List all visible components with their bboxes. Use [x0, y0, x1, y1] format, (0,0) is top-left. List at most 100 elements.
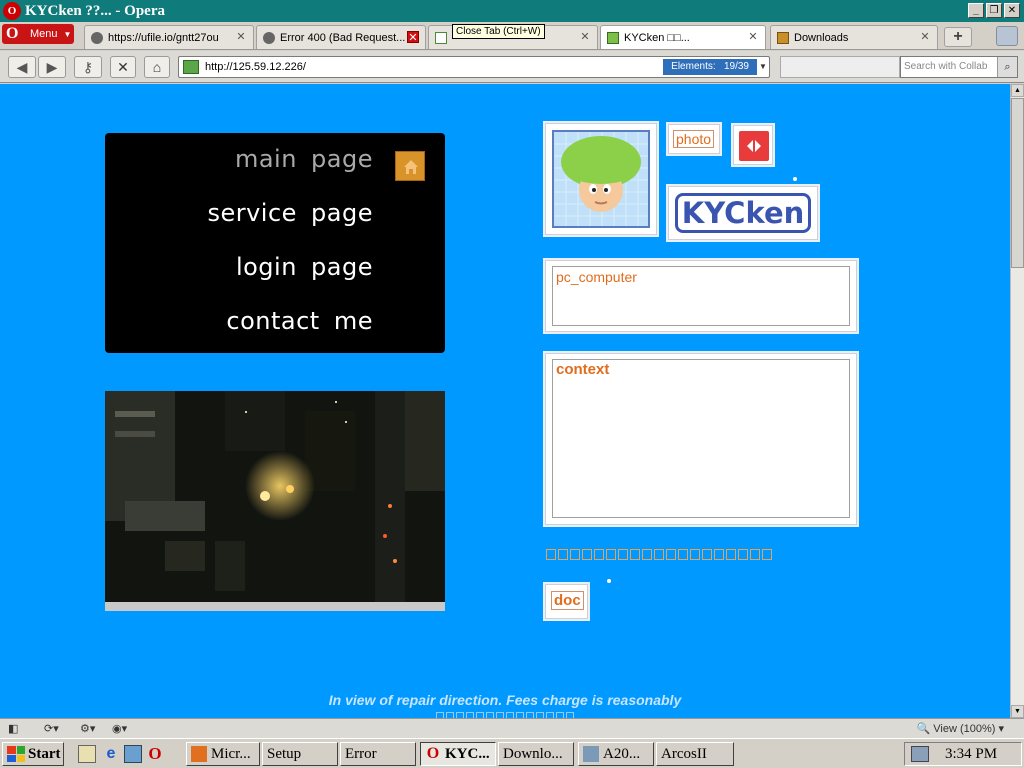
sync-icon[interactable]: ⟳▾ — [44, 722, 59, 736]
key-icon[interactable]: ⚷ — [74, 56, 102, 78]
nav-login-page[interactable]: login page — [236, 253, 373, 281]
start-button[interactable]: Start — [2, 742, 64, 766]
notepad-icon[interactable] — [78, 745, 96, 763]
garbled-text-row — [546, 549, 772, 561]
restore-icon[interactable]: ❐ — [986, 3, 1002, 18]
tab-label: https://ufile.io/gntt27ou — [108, 31, 219, 44]
search-icon[interactable]: ⌕ — [997, 57, 1017, 77]
tab-close-icon[interactable]: ✕ — [407, 31, 419, 44]
avatar-card — [545, 123, 657, 235]
night-city-photo — [105, 391, 445, 611]
taskbar-label: Error — [345, 745, 377, 762]
tab-downloads[interactable]: Downloads ✕ — [770, 25, 938, 49]
tab-close-icon[interactable]: ✕ — [579, 31, 591, 43]
tab-error-400[interactable]: Error 400 (Bad Request... ✕ — [256, 25, 426, 49]
pc-computer-field[interactable]: pc_computer — [552, 266, 850, 326]
status-bar: ◧ ⟳▾ ⚙▾ ◉▾ 🔍 View (100%) ▾ — [0, 718, 1024, 738]
window-titlebar: O KYCken ??... - Opera _ ❐ ✕ — [0, 0, 1024, 22]
share-icon — [739, 131, 769, 161]
taskbar-button-micr[interactable]: Micr... — [186, 742, 260, 766]
tab-close-icon[interactable]: ✕ — [747, 31, 759, 43]
close-tab-tooltip: Close Tab (Ctrl+W) — [452, 24, 545, 39]
nav-service-page[interactable]: service page — [207, 199, 373, 227]
search-input[interactable]: Search with Collab ⌕ — [900, 56, 1018, 78]
taskbar-button-error[interactable]: Error — [340, 742, 416, 766]
taskbar-button-setup[interactable]: Setup — [262, 742, 338, 766]
trash-icon[interactable] — [996, 26, 1018, 46]
avatar — [552, 130, 650, 228]
site-favicon-icon — [607, 31, 619, 44]
chevron-down-icon: ▼ — [63, 29, 72, 39]
elements-label: Elements: — [671, 61, 716, 72]
tab-close-icon[interactable]: ✕ — [919, 31, 931, 43]
stop-icon[interactable]: ✕ — [110, 56, 136, 78]
tab-ufile[interactable]: https://ufile.io/gntt27ou ✕ — [84, 25, 254, 49]
unite-icon[interactable]: ⚙▾ — [80, 722, 95, 736]
vertical-scrollbar[interactable]: ▲ ▼ — [1010, 84, 1024, 718]
opera-menu-button[interactable]: O Menu ▼ — [2, 24, 74, 44]
clock[interactable]: 3:34 PM — [945, 746, 997, 763]
minimize-icon[interactable]: _ — [968, 3, 984, 18]
tray-network-icon[interactable] — [911, 746, 929, 762]
context-card: context — [545, 353, 857, 525]
network-icon — [583, 746, 599, 762]
footer-text: In view of repair direction. Fees charge… — [328, 692, 682, 708]
taskbar-label: Setup — [267, 745, 302, 762]
address-toolbar: ◀ ▶ ⚷ ✕ ⌂ http://125.59.12.226/ Elements… — [0, 51, 1024, 83]
chevron-down-icon[interactable]: ▼ — [757, 57, 769, 77]
taskbar-button-arcosii[interactable]: ArcosII — [656, 742, 734, 766]
search-placeholder: Search with Collab — [904, 61, 988, 72]
scroll-up-icon[interactable]: ▲ — [1011, 84, 1024, 97]
download-icon — [777, 31, 789, 44]
nav-main-page[interactable]: main page — [235, 145, 373, 173]
menu-label: Menu — [30, 28, 58, 40]
forward-arrow-icon[interactable]: ▶ — [38, 56, 66, 78]
opera-icon[interactable]: O — [146, 745, 164, 763]
windows-flag-icon — [7, 746, 25, 762]
elements-counter[interactable]: Elements: 19/39 — [663, 59, 757, 75]
back-arrow-icon[interactable]: ◀ — [8, 56, 36, 78]
zoom-icon: 🔍 — [916, 723, 931, 735]
zoom-label: View (100%) — [933, 723, 996, 735]
panel-toggle-icon[interactable]: ◧ — [8, 722, 18, 736]
zoom-control[interactable]: 🔍 View (100%) ▾ — [916, 722, 1004, 736]
url-text: http://125.59.12.226/ — [205, 61, 306, 73]
context-field[interactable]: context — [552, 359, 850, 518]
decorative-dot — [793, 177, 797, 181]
taskbar-button-kycken[interactable]: O KYC... — [420, 742, 496, 766]
nav-contact-me[interactable]: contact me — [226, 307, 373, 335]
tab-close-icon[interactable]: ✕ — [235, 31, 247, 43]
share-button[interactable] — [733, 125, 773, 165]
home-icon[interactable]: ⌂ — [144, 56, 170, 78]
doc-button[interactable]: doc — [545, 584, 588, 619]
scroll-thumb[interactable] — [1011, 98, 1024, 268]
turbo-icon[interactable]: ◉▾ — [112, 722, 127, 736]
taskbar-label: Downlo... — [503, 745, 563, 762]
pc-computer-card: pc_computer — [545, 260, 857, 332]
globe-icon — [91, 31, 103, 44]
media-icon[interactable] — [124, 745, 142, 763]
new-tab-button[interactable]: + — [944, 27, 972, 47]
start-label: Start — [28, 745, 61, 762]
photo-button[interactable]: photo — [668, 124, 720, 154]
tab-label: KYCken □□... — [624, 31, 690, 44]
close-icon[interactable]: ✕ — [1004, 3, 1020, 18]
page-icon — [435, 31, 447, 44]
address-bar[interactable]: http://125.59.12.226/ Elements: 19/39 ▼ — [178, 56, 770, 78]
taskbar-button-downloads[interactable]: Downlo... — [498, 742, 574, 766]
powerpoint-icon — [191, 746, 207, 762]
scroll-down-icon[interactable]: ▼ — [1011, 705, 1024, 718]
logo-card: KYCken — [668, 186, 818, 240]
taskbar-button-a20[interactable]: A20... — [578, 742, 654, 766]
tab-kycken[interactable]: KYCken □□... ✕ — [600, 25, 766, 49]
home-icon[interactable] — [395, 151, 425, 181]
tab-label: Error 400 (Bad Request... — [280, 31, 406, 44]
site-favicon-icon — [183, 60, 199, 74]
photo-taskbar-strip — [105, 602, 445, 611]
panel-area — [780, 56, 900, 78]
taskbar-label: A20... — [603, 745, 641, 762]
taskbar-label: KYC... — [445, 745, 490, 762]
internet-explorer-icon[interactable]: e — [102, 745, 120, 763]
site-logo: KYCken — [675, 193, 811, 233]
system-tray: 3:34 PM — [904, 742, 1022, 766]
